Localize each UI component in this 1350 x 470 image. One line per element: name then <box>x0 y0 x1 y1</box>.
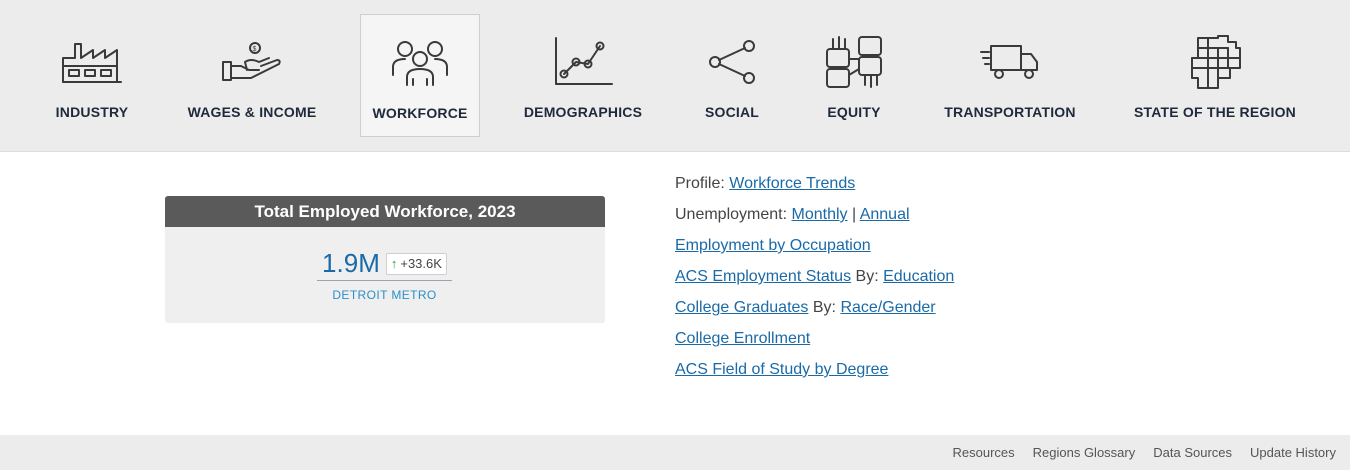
link-row-college-graduates: College Graduates By: Race/Gender <box>675 299 954 330</box>
nav-item-label: TRANSPORTATION <box>944 104 1076 120</box>
people-group-icon <box>389 33 451 93</box>
nav-item-label: INDUSTRY <box>55 104 129 120</box>
employment-by-occupation-link[interactable]: Employment by Occupation <box>675 237 871 254</box>
metric-divider <box>317 280 452 281</box>
metric-delta-value: +33.6K <box>400 256 442 271</box>
college-enrollment-link[interactable]: College Enrollment <box>675 330 810 347</box>
race-gender-link[interactable]: Race/Gender <box>840 299 935 316</box>
college-graduates-link[interactable]: College Graduates <box>675 299 808 316</box>
workforce-stat-card: Total Employed Workforce, 2023 1.9M ↑ +3… <box>165 196 605 323</box>
link-row-college-enrollment: College Enrollment <box>675 330 954 361</box>
footer-links: Resources Regions Glossary Data Sources … <box>935 445 1337 460</box>
nav-item-industry[interactable]: INDUSTRY <box>40 14 144 137</box>
nav-item-state-of-the-region[interactable]: STATE OF THE REGION <box>1130 14 1300 137</box>
link-row-field-of-study: ACS Field of Study by Degree <box>675 361 954 392</box>
profile-prefix: Profile: <box>675 175 725 192</box>
link-row-acs-status: ACS Employment Status By: Education <box>675 268 954 299</box>
map-counties-icon <box>1188 32 1242 92</box>
nav-item-label: WAGES & INCOME <box>187 104 317 120</box>
unemployment-monthly-link[interactable]: Monthly <box>792 206 848 223</box>
nav-item-label: STATE OF THE REGION <box>1134 104 1296 120</box>
nav-item-label: DEMOGRAPHICS <box>523 104 643 120</box>
nav-item-demographics[interactable]: DEMOGRAPHICS <box>520 14 646 137</box>
arrow-up-icon: ↑ <box>390 256 398 271</box>
unemployment-prefix: Unemployment: <box>675 206 788 223</box>
link-row-unemployment: Unemployment: Monthly | Annual <box>675 206 954 237</box>
nav-item-workforce[interactable]: WORKFORCE <box>360 14 480 137</box>
nav-item-label: WORKFORCE <box>372 105 468 121</box>
unemployment-annual-link[interactable]: Annual <box>860 206 910 223</box>
nav-item-equity[interactable]: EQUITY <box>818 14 890 137</box>
separator: | <box>851 206 857 223</box>
acs-employment-status-link[interactable]: ACS Employment Status <box>675 268 851 285</box>
footer-link-regions-glossary[interactable]: Regions Glossary <box>1033 445 1136 460</box>
footer-link-update-history[interactable]: Update History <box>1250 445 1336 460</box>
metric-value: 1.9M <box>322 248 380 278</box>
acs-field-of-study-link[interactable]: ACS Field of Study by Degree <box>675 361 888 378</box>
nav-item-transportation[interactable]: TRANSPORTATION <box>940 14 1080 137</box>
link-row-occupation: Employment by Occupation <box>675 237 954 268</box>
footer: Resources Regions Glossary Data Sources … <box>0 435 1350 470</box>
nav-item-label: SOCIAL <box>704 104 760 120</box>
share-icon <box>707 32 757 92</box>
nav-item-wages-income[interactable]: $ WAGES & INCOME <box>182 14 322 137</box>
joined-hands-icon <box>825 32 883 92</box>
svg-text:$: $ <box>253 46 257 53</box>
nav-item-social[interactable]: SOCIAL <box>696 14 768 137</box>
metric: 1.9M ↑ +33.6K <box>317 248 452 279</box>
link-row-profile: Profile: Workforce Trends <box>675 175 954 206</box>
metric-delta-badge: ↑ +33.6K <box>385 252 447 275</box>
metric-region-label: DETROIT METRO <box>332 288 437 302</box>
hand-coin-icon: $ <box>221 32 283 92</box>
footer-link-data-sources[interactable]: Data Sources <box>1153 445 1232 460</box>
truck-icon <box>979 32 1041 92</box>
by-label: By: <box>855 268 879 285</box>
education-link[interactable]: Education <box>883 268 954 285</box>
factory-icon <box>61 32 123 92</box>
line-graph-icon <box>552 32 614 92</box>
related-links: Profile: Workforce Trends Unemployment: … <box>675 175 954 392</box>
card-title: Total Employed Workforce, 2023 <box>165 196 605 227</box>
footer-link-resources[interactable]: Resources <box>953 445 1015 460</box>
workforce-trends-link[interactable]: Workforce Trends <box>729 175 855 192</box>
by-label: By: <box>812 299 836 316</box>
top-navigation: INDUSTRY $ WAGES & INCOME WORKFORCE DEMO… <box>0 0 1350 152</box>
nav-item-label: EQUITY <box>827 104 881 120</box>
